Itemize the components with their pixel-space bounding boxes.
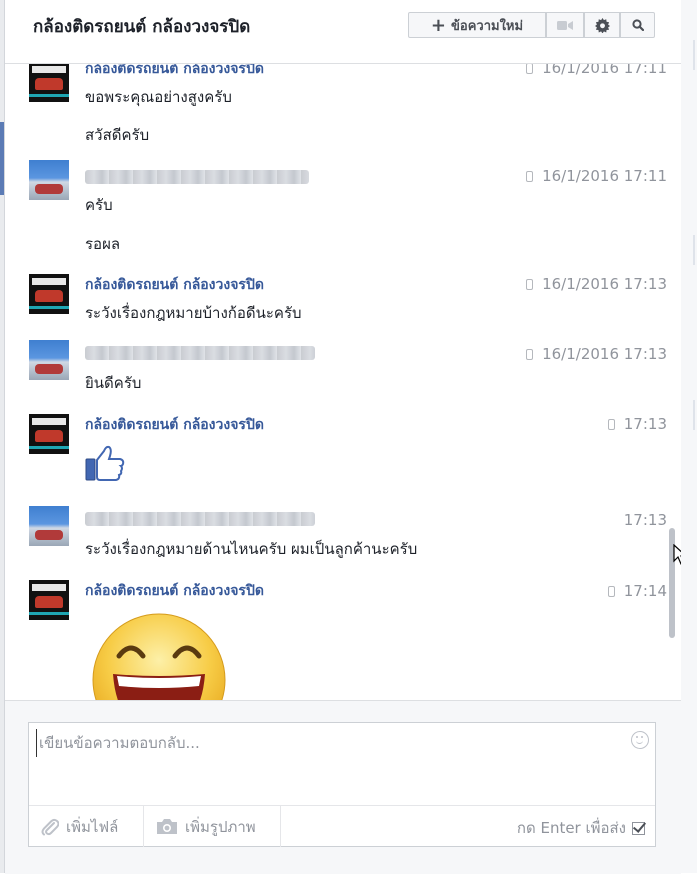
settings-button[interactable] (584, 12, 620, 38)
mobile-icon (526, 278, 534, 290)
reply-composer: เพิ่มไฟล์ เพิ่มรูปภาพ กด Enter เพื่อส่ง (5, 700, 681, 874)
timestamp: 16/1/2016 17:13 (526, 345, 667, 363)
mobile-icon (607, 585, 615, 597)
user-avatar[interactable] (29, 506, 69, 546)
press-enter-to-send-toggle[interactable]: กด Enter เพื่อส่ง (517, 816, 645, 840)
plus-icon: + (430, 14, 447, 36)
timestamp: 17:13 (607, 415, 667, 433)
add-file-label: เพิ่มไฟล์ (66, 817, 119, 836)
page-avatar[interactable] (29, 274, 69, 314)
reply-box: เพิ่มไฟล์ เพิ่มรูปภาพ กด Enter เพื่อส่ง (28, 722, 656, 847)
timestamp: 17:14 (607, 582, 667, 600)
sender-name-blurred (85, 512, 315, 526)
conversation-header: กล้องติดรถยนต์ กล้องวงจรปิด + ข้อความใหม… (5, 0, 681, 64)
mobile-icon (607, 418, 615, 430)
page-avatar[interactable] (29, 62, 69, 102)
message-text: ระวังเรื่องกฎหมายด้านไหนครับ ผมเป็นลูกค้… (85, 540, 418, 558)
page-avatar[interactable] (29, 580, 69, 620)
video-icon (557, 20, 573, 30)
sender-name-blurred (85, 346, 315, 360)
laughing-face-sticker (92, 613, 226, 700)
timestamp-text: 17:14 (623, 582, 667, 600)
message-text: ขอพระคุณอย่างสูงครับ (85, 88, 232, 106)
message-text: สวัสดีครับ (85, 126, 150, 144)
add-photo-button[interactable]: เพิ่มรูปภาพ (144, 806, 281, 847)
page-avatar[interactable] (29, 414, 69, 454)
timestamp-text: 16/1/2016 17:11 (542, 167, 667, 185)
timestamp-text: 17:13 (623, 415, 667, 433)
conversation-title[interactable]: กล้องติดรถยนต์ กล้องวงจรปิด (33, 13, 250, 40)
thumbs-up-icon (85, 445, 125, 481)
paperclip-icon (41, 818, 59, 835)
message-text: ระวังเรื่องกฎหมายบ้างก้อดีนะครับ (85, 304, 302, 322)
timestamp: 16/1/2016 17:11 (526, 167, 667, 185)
search-icon (631, 19, 644, 31)
add-file-button[interactable]: เพิ่มไฟล์ (29, 806, 144, 847)
timestamp-text: 17:13 (623, 511, 667, 529)
mobile-icon (526, 170, 534, 182)
camera-icon (157, 819, 177, 834)
add-photo-label: เพิ่มรูปภาพ (185, 817, 256, 836)
reply-input[interactable] (36, 729, 621, 757)
conversation-panel: กล้องติดรถยนต์ กล้องวงจรปิด 16/1/2016 17… (4, 0, 687, 874)
sender-name[interactable]: กล้องติดรถยนต์ กล้องวงจรปิด (85, 274, 264, 296)
mobile-icon (526, 348, 534, 360)
new-message-button[interactable]: + ข้อความใหม่ (408, 12, 546, 38)
message-text: ครับ (85, 196, 113, 214)
user-avatar[interactable] (29, 340, 69, 380)
search-button[interactable] (620, 12, 655, 38)
composer-toolbar: เพิ่มไฟล์ เพิ่มรูปภาพ กด Enter เพื่อส่ง (29, 805, 655, 847)
timestamp-text: 16/1/2016 17:13 (542, 345, 667, 363)
press-enter-label: กด Enter เพื่อส่ง (516, 819, 626, 837)
sender-name-blurred (85, 170, 309, 184)
sender-name[interactable]: กล้องติดรถยนต์ กล้องวงจรปิด (85, 414, 264, 436)
emoji-icon[interactable] (631, 731, 649, 749)
sender-name[interactable]: กล้องติดรถยนต์ กล้องวงจรปิด (85, 580, 264, 602)
message-text: รอผล (85, 235, 121, 253)
checkbox-checked-icon[interactable] (632, 821, 645, 835)
timestamp: 17:13 (624, 511, 667, 529)
video-call-button[interactable] (546, 12, 584, 38)
message-list[interactable]: กล้องติดรถยนต์ กล้องวงจรปิด 16/1/2016 17… (5, 0, 681, 700)
timestamp-text: 16/1/2016 17:13 (542, 275, 667, 293)
timestamp: 16/1/2016 17:13 (526, 275, 667, 293)
gear-icon (594, 17, 610, 33)
user-avatar[interactable] (29, 160, 69, 200)
mobile-icon (526, 62, 534, 74)
right-side-strip (681, 0, 697, 873)
message-text: ยินดีครับ (85, 374, 142, 392)
new-message-label: ข้อความใหม่ (451, 18, 524, 34)
